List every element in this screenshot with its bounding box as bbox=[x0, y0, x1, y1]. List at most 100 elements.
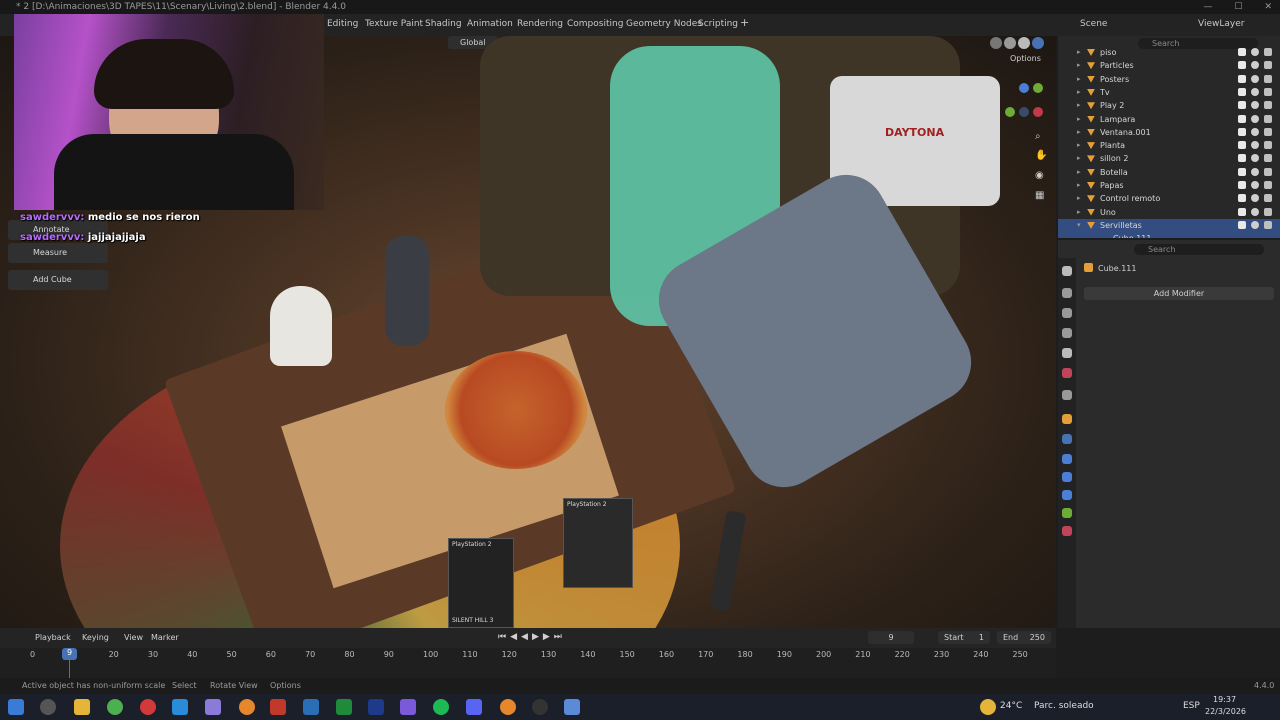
outliner-panel[interactable]: Search ▸ piso ▸ Particles ▸ Posters ▸ Tv ▸ Play 2… bbox=[1058, 36, 1280, 239]
eye-icon[interactable] bbox=[1251, 74, 1259, 83]
outliner-row[interactable]: ▸ Uno bbox=[1058, 206, 1280, 219]
expand-arrow-icon[interactable]: ▸ bbox=[1077, 152, 1081, 165]
scene-selector[interactable]: Scene bbox=[1080, 19, 1107, 29]
camera-icon[interactable] bbox=[1264, 181, 1272, 189]
eye-icon[interactable] bbox=[1251, 61, 1259, 70]
tab-scripting[interactable]: Scripting bbox=[698, 19, 738, 29]
collection-tab-icon[interactable] bbox=[1062, 390, 1072, 400]
outliner-row[interactable]: ▸ sillon 2 bbox=[1058, 152, 1280, 165]
add-workspace-icon[interactable]: + bbox=[740, 16, 749, 29]
eye-icon[interactable] bbox=[1251, 167, 1259, 176]
camera-icon[interactable] bbox=[1264, 114, 1272, 123]
checkbox-icon[interactable] bbox=[1238, 114, 1246, 123]
data-tab-icon[interactable] bbox=[1062, 508, 1072, 518]
expand-arrow-icon[interactable]: ▸ bbox=[1077, 99, 1081, 112]
eye-icon[interactable] bbox=[1251, 87, 1259, 96]
eye-icon[interactable] bbox=[1251, 114, 1259, 123]
properties-panel[interactable]: Search Cube.111 Add Modifier bbox=[1058, 240, 1280, 628]
gizmo-neg-y[interactable] bbox=[1005, 107, 1015, 117]
solid-shading-icon[interactable] bbox=[1004, 37, 1016, 49]
add-modifier-button[interactable]: Add Modifier bbox=[1084, 287, 1274, 300]
expand-arrow-icon[interactable]: ▸ bbox=[1077, 192, 1081, 205]
view-layer-selector[interactable]: ViewLayer bbox=[1198, 19, 1244, 29]
checkbox-icon[interactable] bbox=[1238, 207, 1246, 216]
view-menu[interactable]: View bbox=[124, 633, 143, 642]
world-tab-icon[interactable] bbox=[1062, 368, 1072, 378]
camera-icon[interactable] bbox=[1264, 61, 1272, 70]
camera-icon[interactable] bbox=[1264, 154, 1272, 163]
pycharm-icon[interactable] bbox=[336, 699, 352, 715]
camera-icon[interactable] bbox=[1264, 48, 1272, 56]
eye-icon[interactable] bbox=[1251, 127, 1259, 136]
constraints-tab-icon[interactable] bbox=[1062, 490, 1072, 500]
checkbox-icon[interactable] bbox=[1238, 167, 1246, 176]
properties-object-name[interactable]: Cube.111 bbox=[1098, 264, 1136, 273]
maximize-icon[interactable]: ☐ bbox=[1234, 0, 1242, 14]
outliner-row-child[interactable]: Cube.111 bbox=[1058, 232, 1280, 239]
checkbox-icon[interactable] bbox=[1238, 220, 1246, 229]
gizmo-y-axis[interactable] bbox=[1033, 83, 1043, 93]
clock-date[interactable]: 22/3/2026 bbox=[1205, 707, 1246, 716]
start-icon[interactable] bbox=[8, 699, 24, 715]
measure-tool-button[interactable]: Measure bbox=[8, 243, 108, 263]
camera-icon[interactable] bbox=[1264, 74, 1272, 83]
checkbox-icon[interactable] bbox=[1238, 101, 1246, 110]
properties-search-input[interactable]: Search bbox=[1134, 244, 1264, 255]
end-frame-field[interactable]: End 250 bbox=[997, 631, 1051, 644]
obs-icon[interactable] bbox=[532, 699, 548, 715]
search-icon[interactable] bbox=[40, 699, 56, 715]
tab-texture-paint[interactable]: Texture Paint bbox=[365, 19, 423, 29]
gizmo-z-axis[interactable] bbox=[1019, 83, 1029, 93]
weather-icon[interactable] bbox=[980, 699, 996, 715]
expand-arrow-icon[interactable]: ▸ bbox=[1077, 46, 1081, 59]
timeline-ruler[interactable]: 0 20 30 40 50 60 70 80 90 100 110 120 130 140 150 160 17… bbox=[0, 648, 1056, 678]
tab-animation[interactable]: Animation bbox=[467, 19, 513, 29]
eye-icon[interactable] bbox=[1251, 154, 1259, 163]
eye-icon[interactable] bbox=[1251, 220, 1259, 229]
expand-arrow-icon[interactable]: ▾ bbox=[1077, 219, 1081, 232]
expand-arrow-icon[interactable]: ▸ bbox=[1077, 126, 1081, 139]
blender-icon-2[interactable] bbox=[500, 699, 516, 715]
playback-controls[interactable]: ⏮◀◀▶▶⏭ bbox=[498, 632, 566, 642]
zoom-icon[interactable]: ⌕ bbox=[1035, 131, 1041, 142]
tab-editing[interactable]: Editing bbox=[327, 19, 358, 29]
outliner-row[interactable]: ▸ piso bbox=[1058, 46, 1280, 59]
camera-icon[interactable] bbox=[1264, 207, 1272, 216]
checkbox-icon[interactable] bbox=[1238, 48, 1246, 56]
language-indicator[interactable]: ESP bbox=[1183, 701, 1200, 711]
eye-icon[interactable] bbox=[1251, 48, 1259, 56]
checkbox-icon[interactable] bbox=[1238, 154, 1246, 163]
outliner-row[interactable]: ▸ Play 2 bbox=[1058, 99, 1280, 112]
expand-arrow-icon[interactable]: ▸ bbox=[1077, 166, 1081, 179]
outliner-row[interactable]: ▸ Control remoto bbox=[1058, 192, 1280, 205]
checkbox-icon[interactable] bbox=[1238, 87, 1246, 96]
visual-studio-icon[interactable] bbox=[368, 699, 384, 715]
expand-arrow-icon[interactable]: ▸ bbox=[1077, 179, 1081, 192]
camera-icon[interactable] bbox=[1264, 167, 1272, 176]
camera-icon[interactable] bbox=[1264, 127, 1272, 136]
checkbox-icon[interactable] bbox=[1238, 141, 1246, 150]
tab-rendering[interactable]: Rendering bbox=[517, 19, 563, 29]
checkbox-icon[interactable] bbox=[1238, 194, 1246, 203]
eye-icon[interactable] bbox=[1251, 194, 1259, 203]
eye-icon[interactable] bbox=[1251, 181, 1259, 189]
blender-icon[interactable] bbox=[239, 699, 255, 715]
file-explorer-icon[interactable] bbox=[74, 699, 90, 715]
edge-icon[interactable] bbox=[172, 699, 188, 715]
camera-icon[interactable] bbox=[1264, 101, 1272, 110]
tab-shading[interactable]: Shading bbox=[425, 19, 462, 29]
expand-arrow-icon[interactable]: ▸ bbox=[1077, 206, 1081, 219]
render-tab-icon[interactable] bbox=[1062, 288, 1072, 298]
start-frame-field[interactable]: Start 1 bbox=[938, 631, 990, 644]
checkbox-icon[interactable] bbox=[1238, 181, 1246, 189]
spotify-icon[interactable] bbox=[433, 699, 449, 715]
material-shading-icon[interactable] bbox=[1018, 37, 1030, 49]
physics-tab-icon[interactable] bbox=[1062, 472, 1072, 482]
checkbox-icon[interactable] bbox=[1238, 127, 1246, 136]
gizmo-neg-z[interactable] bbox=[1019, 107, 1029, 117]
checkbox-icon[interactable] bbox=[1238, 61, 1246, 70]
material-tab-icon[interactable] bbox=[1062, 526, 1072, 536]
modifier-tab-icon[interactable] bbox=[1062, 434, 1072, 444]
timeline-playhead[interactable]: 9 bbox=[62, 648, 77, 660]
outliner-row[interactable]: ▾ Servilletas bbox=[1058, 218, 1280, 232]
